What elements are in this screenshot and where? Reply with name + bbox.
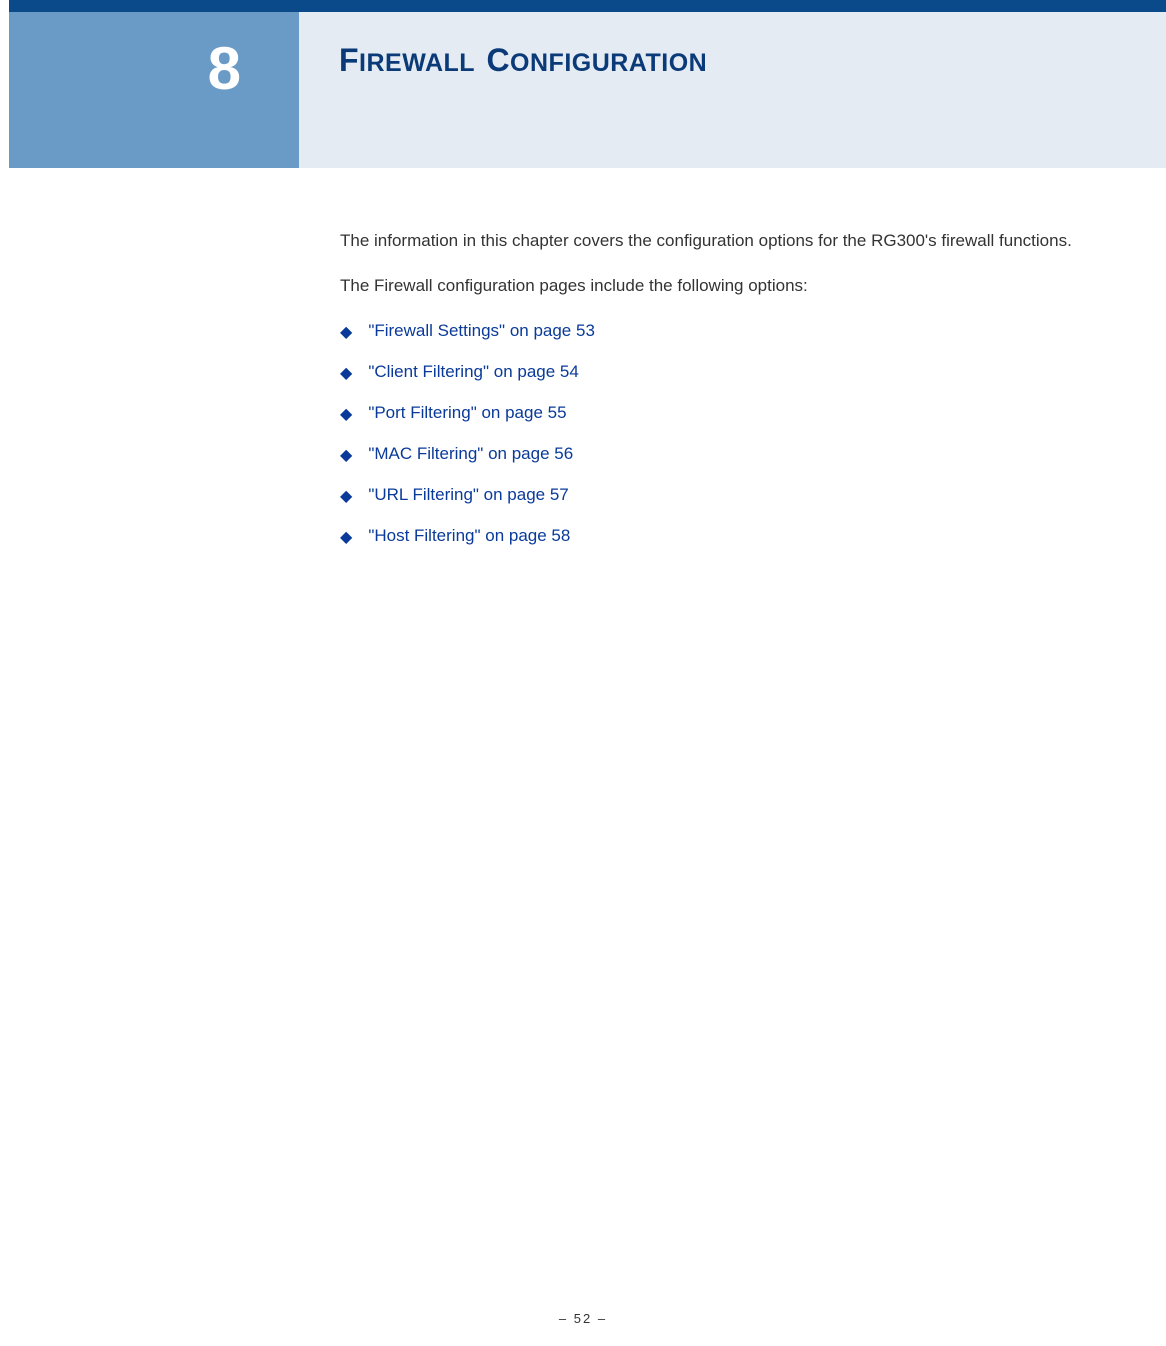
top-bar (9, 0, 1166, 12)
diamond-bullet-icon: ◆ (340, 530, 352, 546)
diamond-bullet-icon: ◆ (340, 407, 352, 423)
chapter-title-text: FIREWALL CONFIGURATION (339, 42, 707, 78)
toc-link-port-filtering[interactable]: "Port Filtering" on page 55 (368, 402, 566, 425)
toc-link-item: ◆ "Port Filtering" on page 55 (340, 402, 1080, 425)
page-footer: – 52 – (0, 1311, 1166, 1326)
toc-link-firewall-settings[interactable]: "Firewall Settings" on page 53 (368, 320, 595, 343)
intro-paragraph-2: The Firewall configuration pages include… (340, 275, 1080, 298)
toc-link-url-filtering[interactable]: "URL Filtering" on page 57 (368, 484, 568, 507)
toc-link-item: ◆ "Client Filtering" on page 54 (340, 361, 1080, 384)
toc-link-host-filtering[interactable]: "Host Filtering" on page 58 (368, 525, 570, 548)
toc-link-item: ◆ "MAC Filtering" on page 56 (340, 443, 1080, 466)
toc-link-mac-filtering[interactable]: "MAC Filtering" on page 56 (368, 443, 573, 466)
toc-link-item: ◆ "Host Filtering" on page 58 (340, 525, 1080, 548)
toc-link-client-filtering[interactable]: "Client Filtering" on page 54 (368, 361, 579, 384)
toc-link-item: ◆ "URL Filtering" on page 57 (340, 484, 1080, 507)
chapter-header: 8 FIREWALL CONFIGURATION (9, 12, 1166, 168)
intro-paragraph-1: The information in this chapter covers t… (340, 230, 1080, 253)
diamond-bullet-icon: ◆ (340, 325, 352, 341)
chapter-number: 8 (9, 12, 299, 168)
diamond-bullet-icon: ◆ (340, 448, 352, 464)
toc-link-item: ◆ "Firewall Settings" on page 53 (340, 320, 1080, 343)
content-area: The information in this chapter covers t… (340, 230, 1080, 566)
diamond-bullet-icon: ◆ (340, 489, 352, 505)
chapter-title: FIREWALL CONFIGURATION (299, 12, 1166, 168)
diamond-bullet-icon: ◆ (340, 366, 352, 382)
toc-links-list: ◆ "Firewall Settings" on page 53 ◆ "Clie… (340, 320, 1080, 548)
